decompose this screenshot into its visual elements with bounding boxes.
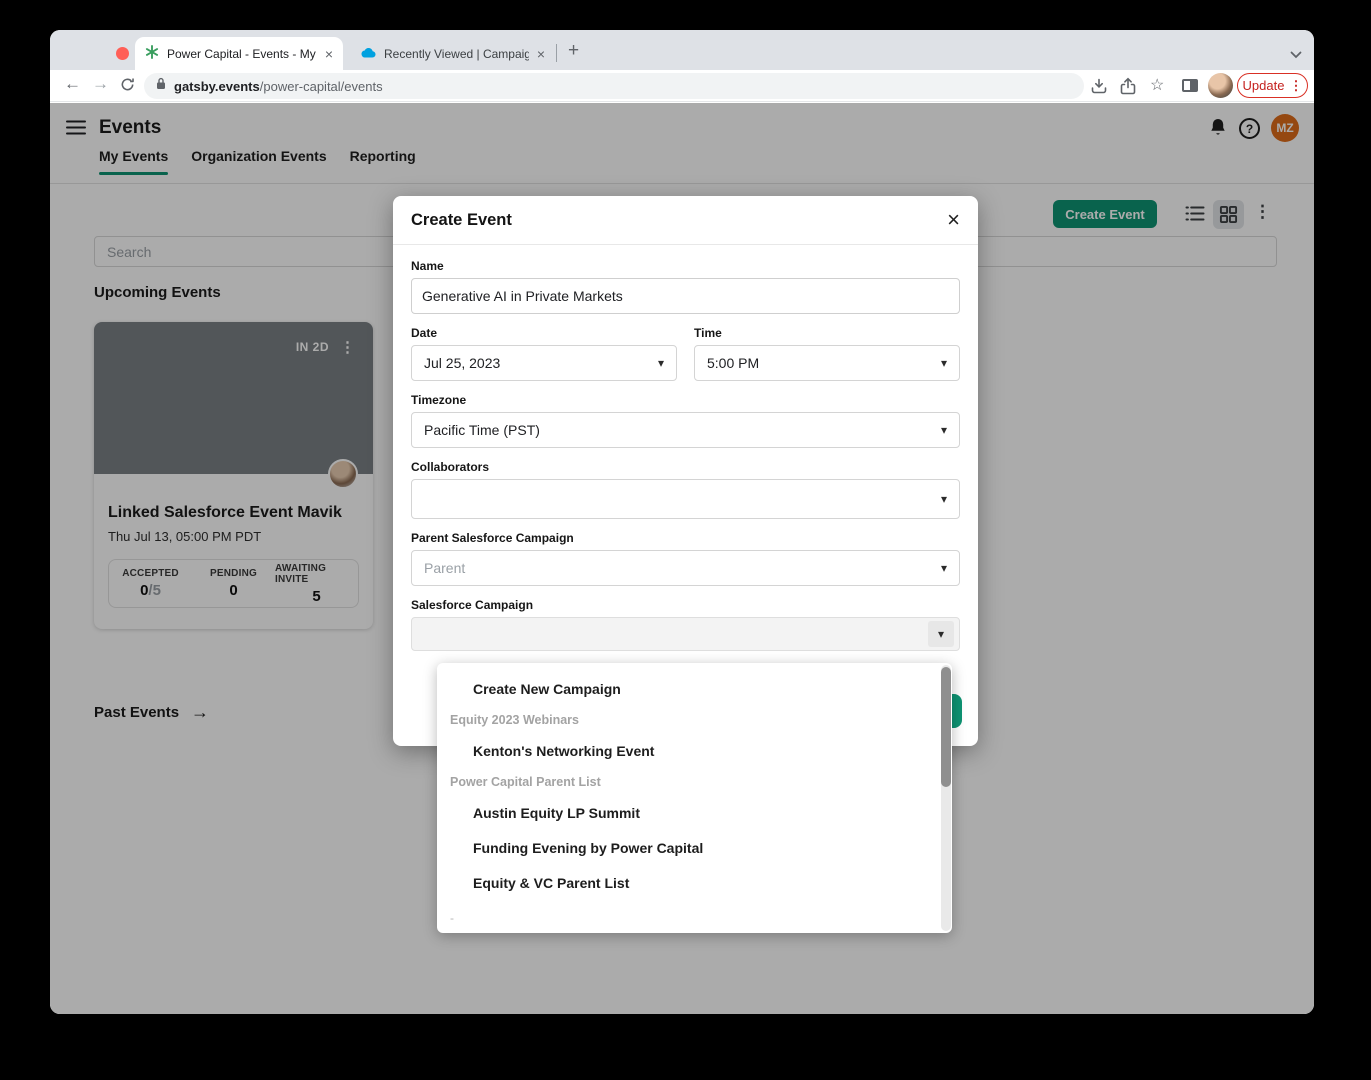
salesforce-campaign-label: Salesforce Campaign	[411, 598, 960, 612]
screenshot-stage: Power Capital - Events - My Ev × Recentl…	[0, 0, 1371, 1080]
tab-close-icon[interactable]: ×	[537, 47, 545, 61]
parent-campaign-select[interactable]: Parent ▾	[411, 550, 960, 586]
timezone-value: Pacific Time (PST)	[424, 422, 540, 438]
side-panel-icon[interactable]	[1182, 79, 1198, 92]
save-page-icon[interactable]	[1090, 77, 1108, 100]
modal-title: Create Event	[411, 211, 512, 230]
browser-tab-salesforce[interactable]: Recently Viewed | Campaigns | ×	[350, 37, 555, 70]
app-viewport: Events My Events Organization Events Rep…	[50, 103, 1314, 1014]
field-parent-campaign: Parent Salesforce Campaign Parent ▾	[411, 531, 960, 586]
update-label: Update	[1243, 78, 1285, 93]
tab-separator	[556, 44, 557, 62]
salesforce-cloud-favicon-icon	[360, 47, 376, 61]
lock-icon	[156, 77, 166, 95]
parent-campaign-label: Parent Salesforce Campaign	[411, 531, 960, 545]
collaborators-select[interactable]: ▾	[411, 479, 960, 519]
browser-tab-power-capital[interactable]: Power Capital - Events - My Ev ×	[135, 37, 343, 70]
timezone-label: Timezone	[411, 393, 960, 407]
dropdown-scrollbar-thumb[interactable]	[941, 667, 951, 787]
date-value: Jul 25, 2023	[424, 355, 500, 371]
back-button[interactable]: ←	[64, 74, 81, 94]
browser-profile-avatar[interactable]	[1208, 73, 1233, 98]
chevron-down-icon: ▾	[941, 492, 947, 506]
select-arrow-button[interactable]: ▾	[928, 621, 954, 647]
parent-campaign-placeholder: Parent	[424, 560, 465, 576]
field-time: Time 5:00 PM ▾	[694, 326, 960, 381]
chevron-down-icon: ▾	[941, 423, 947, 437]
bookmark-star-icon[interactable]: ☆	[1150, 75, 1164, 95]
chevron-down-icon: ▾	[941, 356, 947, 370]
field-row-date-time: Date Jul 25, 2023 ▾ Time 5:00 PM ▾	[411, 326, 960, 381]
tab-title: Recently Viewed | Campaigns |	[384, 47, 529, 61]
close-icon[interactable]: ×	[947, 209, 960, 231]
url-domain: gatsby.events	[174, 79, 260, 94]
field-date: Date Jul 25, 2023 ▾	[411, 326, 677, 381]
timezone-select[interactable]: Pacific Time (PST) ▾	[411, 412, 960, 448]
date-label: Date	[411, 326, 677, 340]
url-text: gatsby.events/power-capital/events	[174, 79, 383, 94]
date-select[interactable]: Jul 25, 2023 ▾	[411, 345, 677, 381]
name-input[interactable]	[411, 278, 960, 314]
dropdown-option[interactable]: Funding Evening by Power Capital	[437, 830, 952, 865]
field-name: Name	[411, 259, 960, 314]
salesforce-campaign-select[interactable]: ▾	[411, 617, 960, 651]
chevron-down-icon: ▾	[658, 356, 664, 370]
dropdown-option[interactable]: Austin Equity LP Summit	[437, 795, 952, 830]
chevron-down-icon: ▾	[938, 627, 944, 641]
collaborators-label: Collaborators	[411, 460, 960, 474]
field-collaborators: Collaborators ▾	[411, 460, 960, 519]
tab-close-icon[interactable]: ×	[325, 47, 333, 61]
chevron-down-icon: ▾	[941, 561, 947, 575]
url-path: /power-capital/events	[260, 79, 383, 94]
traffic-light-close[interactable]	[116, 47, 129, 60]
browser-toolbar: ← → gatsby.events/power-capital/events ☆	[50, 70, 1314, 102]
address-bar[interactable]: gatsby.events/power-capital/events	[144, 73, 1084, 99]
forward-button[interactable]: →	[92, 74, 109, 94]
dropdown-option[interactable]: Equity & VC Parent List	[437, 865, 952, 900]
modal-body: Name Date Jul 25, 2023 ▾ Time	[393, 245, 978, 651]
new-tab-button[interactable]: +	[568, 40, 579, 62]
time-label: Time	[694, 326, 960, 340]
browser-window: Power Capital - Events - My Ev × Recentl…	[50, 30, 1314, 1014]
modal-header: Create Event ×	[393, 196, 978, 245]
tab-title: Power Capital - Events - My Ev	[167, 47, 317, 61]
reload-button[interactable]	[120, 77, 135, 97]
name-label: Name	[411, 259, 960, 273]
dropdown-option[interactable]: Kenton's Networking Event	[437, 733, 952, 768]
field-salesforce-campaign: Salesforce Campaign ▾	[411, 598, 960, 651]
asterisk-favicon-icon	[145, 45, 159, 62]
chevron-down-icon[interactable]	[1290, 46, 1302, 64]
time-select[interactable]: 5:00 PM ▾	[694, 345, 960, 381]
dropdown-group-header: Power Capital Parent List	[437, 768, 952, 795]
campaign-dropdown: Create New Campaign Equity 2023 Webinars…	[437, 663, 952, 933]
field-timezone: Timezone Pacific Time (PST) ▾	[411, 393, 960, 448]
time-value: 5:00 PM	[707, 355, 759, 371]
kebab-menu-icon: ⋮	[1289, 78, 1302, 94]
tab-strip: Power Capital - Events - My Ev × Recentl…	[50, 30, 1314, 70]
dropdown-option[interactable]: -	[437, 900, 952, 933]
chrome-update-button[interactable]: Update ⋮	[1237, 73, 1308, 98]
share-icon[interactable]	[1120, 77, 1136, 100]
dropdown-group-header: Equity 2023 Webinars	[437, 706, 952, 733]
dropdown-option-create-new[interactable]: Create New Campaign	[437, 671, 952, 706]
